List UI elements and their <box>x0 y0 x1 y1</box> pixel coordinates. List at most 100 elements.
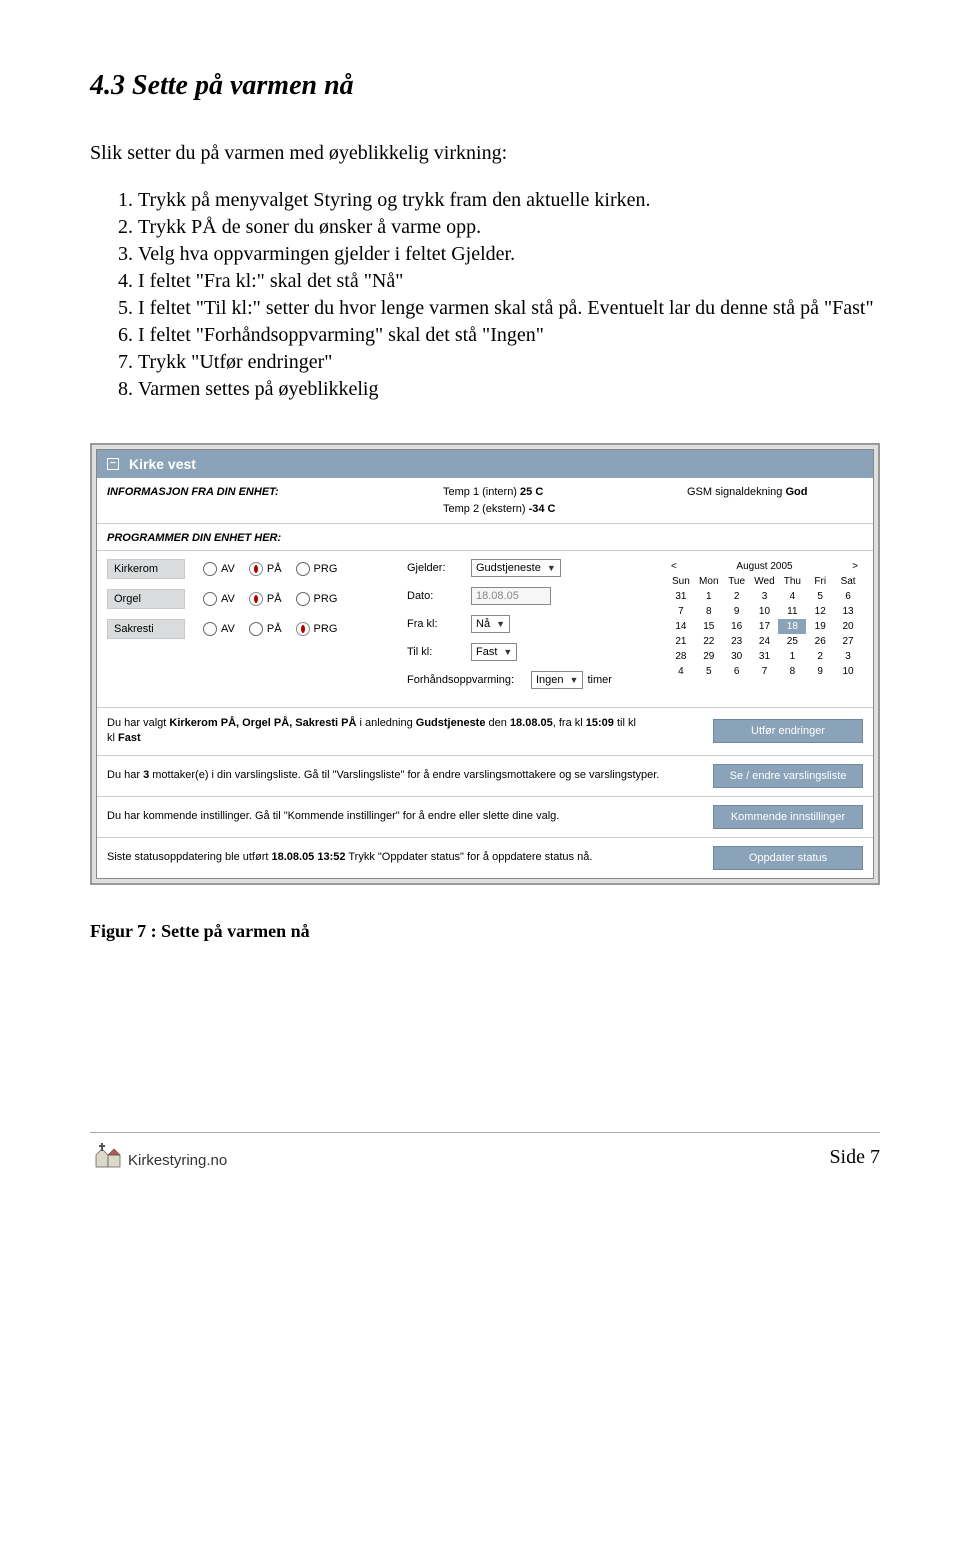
calendar-day[interactable]: 25 <box>778 634 806 649</box>
calendar-day[interactable]: 3 <box>834 649 862 664</box>
calendar-day[interactable]: 6 <box>834 589 862 604</box>
calendar-prev-icon[interactable]: < <box>671 561 677 572</box>
calendar-day[interactable]: 17 <box>751 619 779 634</box>
calendar-day[interactable]: 20 <box>834 619 862 634</box>
calendar-day[interactable]: 3 <box>751 589 779 604</box>
varslingsliste-button[interactable]: Se / endre varslingsliste <box>713 764 863 788</box>
radio-av[interactable] <box>203 592 217 606</box>
calendar-day[interactable]: 9 <box>806 664 834 679</box>
chevron-down-icon: ▼ <box>547 563 556 573</box>
step-item: Trykk "Utfør endringer" <box>138 349 880 376</box>
radio-prg[interactable] <box>296 562 310 576</box>
calendar-dow: Sat <box>834 574 862 589</box>
calendar-day[interactable]: 29 <box>695 649 723 664</box>
section-heading: 4.3 Sette på varmen nå <box>90 70 880 102</box>
gjelder-label: Gjelder: <box>407 562 471 574</box>
step-item: Varmen settes på øyeblikkelig <box>138 376 880 403</box>
calendar-day[interactable]: 18 <box>778 619 806 634</box>
chevron-down-icon: ▼ <box>570 675 579 685</box>
calendar-day[interactable]: 1 <box>778 649 806 664</box>
radio-pa[interactable] <box>249 592 263 606</box>
calendar-day[interactable]: 12 <box>806 604 834 619</box>
step-item: I feltet "Til kl:" setter du hvor lenge … <box>138 295 880 322</box>
kommende-innstillinger-button[interactable]: Kommende innstillinger <box>713 805 863 829</box>
calendar-day[interactable]: 27 <box>834 634 862 649</box>
fields-column: Gjelder: Gudstjeneste▼ Dato: 18.08.05 Fr… <box>397 551 657 707</box>
collapse-icon[interactable]: − <box>107 458 119 470</box>
calendar[interactable]: < August 2005 > SunMonTueWedThuFriSat311… <box>667 559 862 679</box>
varsling-text: Du har 3 mottaker(e) i din varslingslist… <box>107 768 703 783</box>
calendar-day[interactable]: 6 <box>723 664 751 679</box>
calendar-day[interactable]: 10 <box>751 604 779 619</box>
calendar-day[interactable]: 1 <box>695 589 723 604</box>
calendar-day[interactable]: 4 <box>778 589 806 604</box>
calendar-dow: Wed <box>751 574 779 589</box>
calendar-day[interactable]: 8 <box>778 664 806 679</box>
page-number: Side 7 <box>829 1146 880 1169</box>
forhand-select[interactable]: Ingen▼ <box>531 671 583 689</box>
frakl-label: Fra kl: <box>407 618 471 630</box>
kommende-text: Du har kommende instillinger. Gå til "Ko… <box>107 809 703 824</box>
frakl-select[interactable]: Nå▼ <box>471 615 510 633</box>
room-label: Sakresti <box>107 619 185 639</box>
calendar-day[interactable]: 26 <box>806 634 834 649</box>
utfor-endringer-button[interactable]: Utfør endringer <box>713 719 863 743</box>
church-icon <box>90 1141 124 1169</box>
calendar-day[interactable]: 7 <box>667 604 695 619</box>
summary-text: Du har valgt Kirkerom PÅ, Orgel PÅ, Sakr… <box>107 716 703 747</box>
calendar-day[interactable]: 7 <box>751 664 779 679</box>
radio-pa[interactable] <box>249 562 263 576</box>
calendar-day[interactable]: 14 <box>667 619 695 634</box>
calendar-day[interactable]: 11 <box>778 604 806 619</box>
calendar-day[interactable]: 31 <box>667 589 695 604</box>
calendar-day[interactable]: 30 <box>723 649 751 664</box>
calendar-day[interactable]: 31 <box>751 649 779 664</box>
calendar-day[interactable]: 4 <box>667 664 695 679</box>
calendar-day[interactable]: 21 <box>667 634 695 649</box>
chevron-down-icon: ▼ <box>496 619 505 629</box>
panel-title: Kirke vest <box>129 456 196 472</box>
calendar-day[interactable]: 10 <box>834 664 862 679</box>
panel-titlebar: − Kirke vest <box>97 450 873 478</box>
calendar-day[interactable]: 15 <box>695 619 723 634</box>
calendar-day[interactable]: 23 <box>723 634 751 649</box>
calendar-day[interactable]: 19 <box>806 619 834 634</box>
radio-av-label: AV <box>221 563 235 575</box>
radio-prg[interactable] <box>296 592 310 606</box>
calendar-day[interactable]: 9 <box>723 604 751 619</box>
radio-prg[interactable] <box>296 622 310 636</box>
temp2-label: Temp 2 (ekstern) <box>443 503 526 515</box>
calendar-day[interactable]: 2 <box>723 589 751 604</box>
calendar-dow: Fri <box>806 574 834 589</box>
intro-text: Slik setter du på varmen med øyeblikkeli… <box>90 142 880 165</box>
figure-caption: Figur 7 : Sette på varmen nå <box>90 921 880 942</box>
radio-pa-label: PÅ <box>267 563 282 575</box>
calendar-day[interactable]: 13 <box>834 604 862 619</box>
calendar-day[interactable]: 2 <box>806 649 834 664</box>
radio-av-label: AV <box>221 593 235 605</box>
calendar-day[interactable]: 5 <box>695 664 723 679</box>
chevron-down-icon: ▼ <box>503 647 512 657</box>
step-item: I feltet "Forhåndsoppvarming" skal det s… <box>138 322 880 349</box>
radio-av[interactable] <box>203 562 217 576</box>
calendar-day[interactable]: 16 <box>723 619 751 634</box>
step-item: I feltet "Fra kl:" skal det stå "Nå" <box>138 268 880 295</box>
step-item: Trykk PÅ de soner du ønsker å varme opp. <box>138 214 880 241</box>
rooms-column: Kirkerom AV PÅ PRG Orgel AV PÅ PRG <box>97 551 397 707</box>
calendar-dow: Thu <box>778 574 806 589</box>
oppdater-status-button[interactable]: Oppdater status <box>713 846 863 870</box>
dato-label: Dato: <box>407 590 471 602</box>
tilkl-select[interactable]: Fast▼ <box>471 643 517 661</box>
gjelder-select[interactable]: Gudstjeneste▼ <box>471 559 561 577</box>
dato-input[interactable]: 18.08.05 <box>471 587 551 605</box>
steps-list: Trykk på menyvalget Styring og trykk fra… <box>90 187 880 403</box>
calendar-next-icon[interactable]: > <box>852 561 858 572</box>
radio-av[interactable] <box>203 622 217 636</box>
calendar-day[interactable]: 22 <box>695 634 723 649</box>
calendar-day[interactable]: 8 <box>695 604 723 619</box>
calendar-day[interactable]: 24 <box>751 634 779 649</box>
calendar-day[interactable]: 5 <box>806 589 834 604</box>
screenshot-panel: − Kirke vest INFORMASJON FRA DIN ENHET: … <box>90 443 880 885</box>
radio-pa[interactable] <box>249 622 263 636</box>
calendar-day[interactable]: 28 <box>667 649 695 664</box>
